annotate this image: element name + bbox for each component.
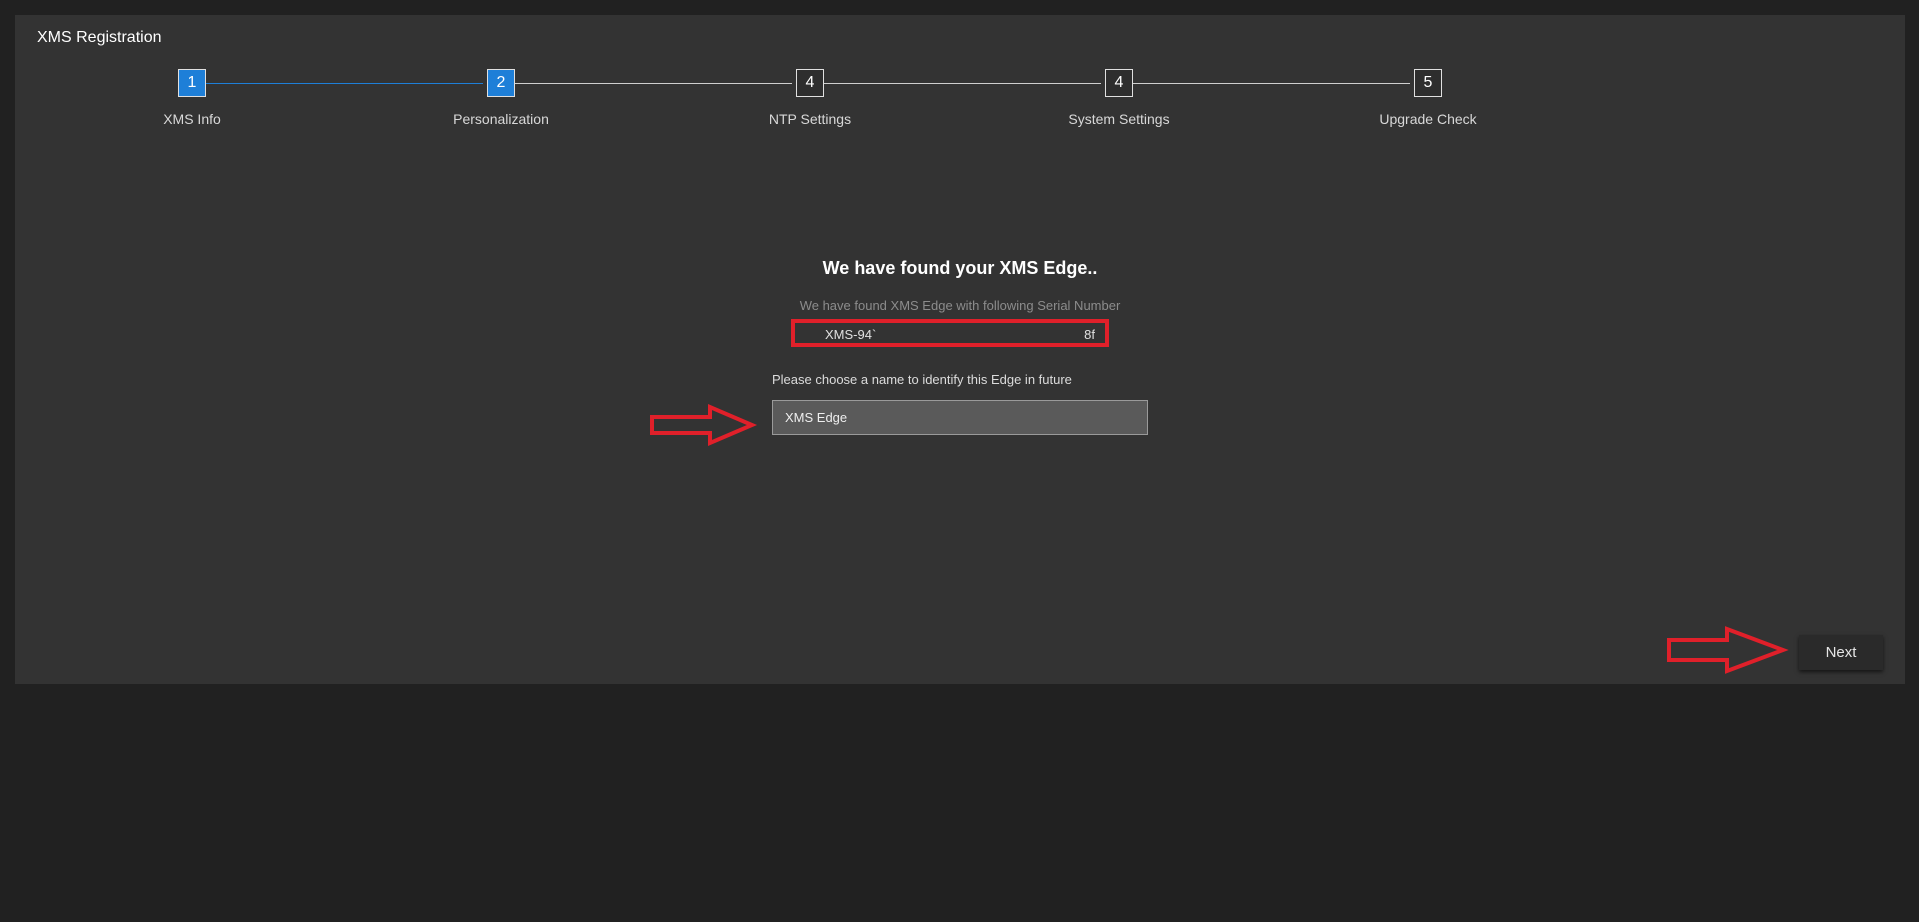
edge-name-input[interactable] [772, 400, 1148, 435]
found-heading: We have found your XMS Edge.. [822, 258, 1098, 278]
step-5-label: Upgrade Check [1379, 111, 1477, 127]
step-connector-1-2 [186, 83, 483, 84]
edge-name-label: Please choose a name to identify this Ed… [772, 372, 1072, 387]
step-3-number[interactable]: 4 [796, 69, 824, 97]
found-subheading: We have found XMS Edge with following Se… [799, 298, 1121, 313]
serial-number-suffix: 8f [1084, 327, 1095, 342]
step-5-number[interactable]: 5 [1414, 69, 1442, 97]
step-1-number[interactable]: 1 [178, 69, 206, 97]
step-4-number[interactable]: 4 [1105, 69, 1133, 97]
serial-number-highlight: XMS-94` 8f [791, 319, 1109, 347]
step-connector-2-3 [496, 83, 792, 84]
step-connector-3-4 [805, 83, 1101, 84]
registration-panel: XMS Registration 1 2 4 4 5 XMS Info Pers… [15, 15, 1905, 684]
step-2-number[interactable]: 2 [487, 69, 515, 97]
right-arrow-outline-icon [1667, 626, 1789, 674]
wizard-stepper: 1 2 4 4 5 XMS Info Personalization NTP S… [15, 15, 1905, 145]
serial-number-prefix: XMS-94` [825, 327, 877, 342]
step-3-label: NTP Settings [768, 111, 852, 127]
next-button[interactable]: Next [1799, 635, 1883, 670]
step-connector-4-5 [1114, 83, 1410, 84]
right-arrow-outline-icon [650, 403, 758, 447]
step-2-label: Personalization [453, 111, 549, 127]
step-4-label: System Settings [1068, 111, 1170, 127]
step-1-label: XMS Info [163, 111, 221, 127]
